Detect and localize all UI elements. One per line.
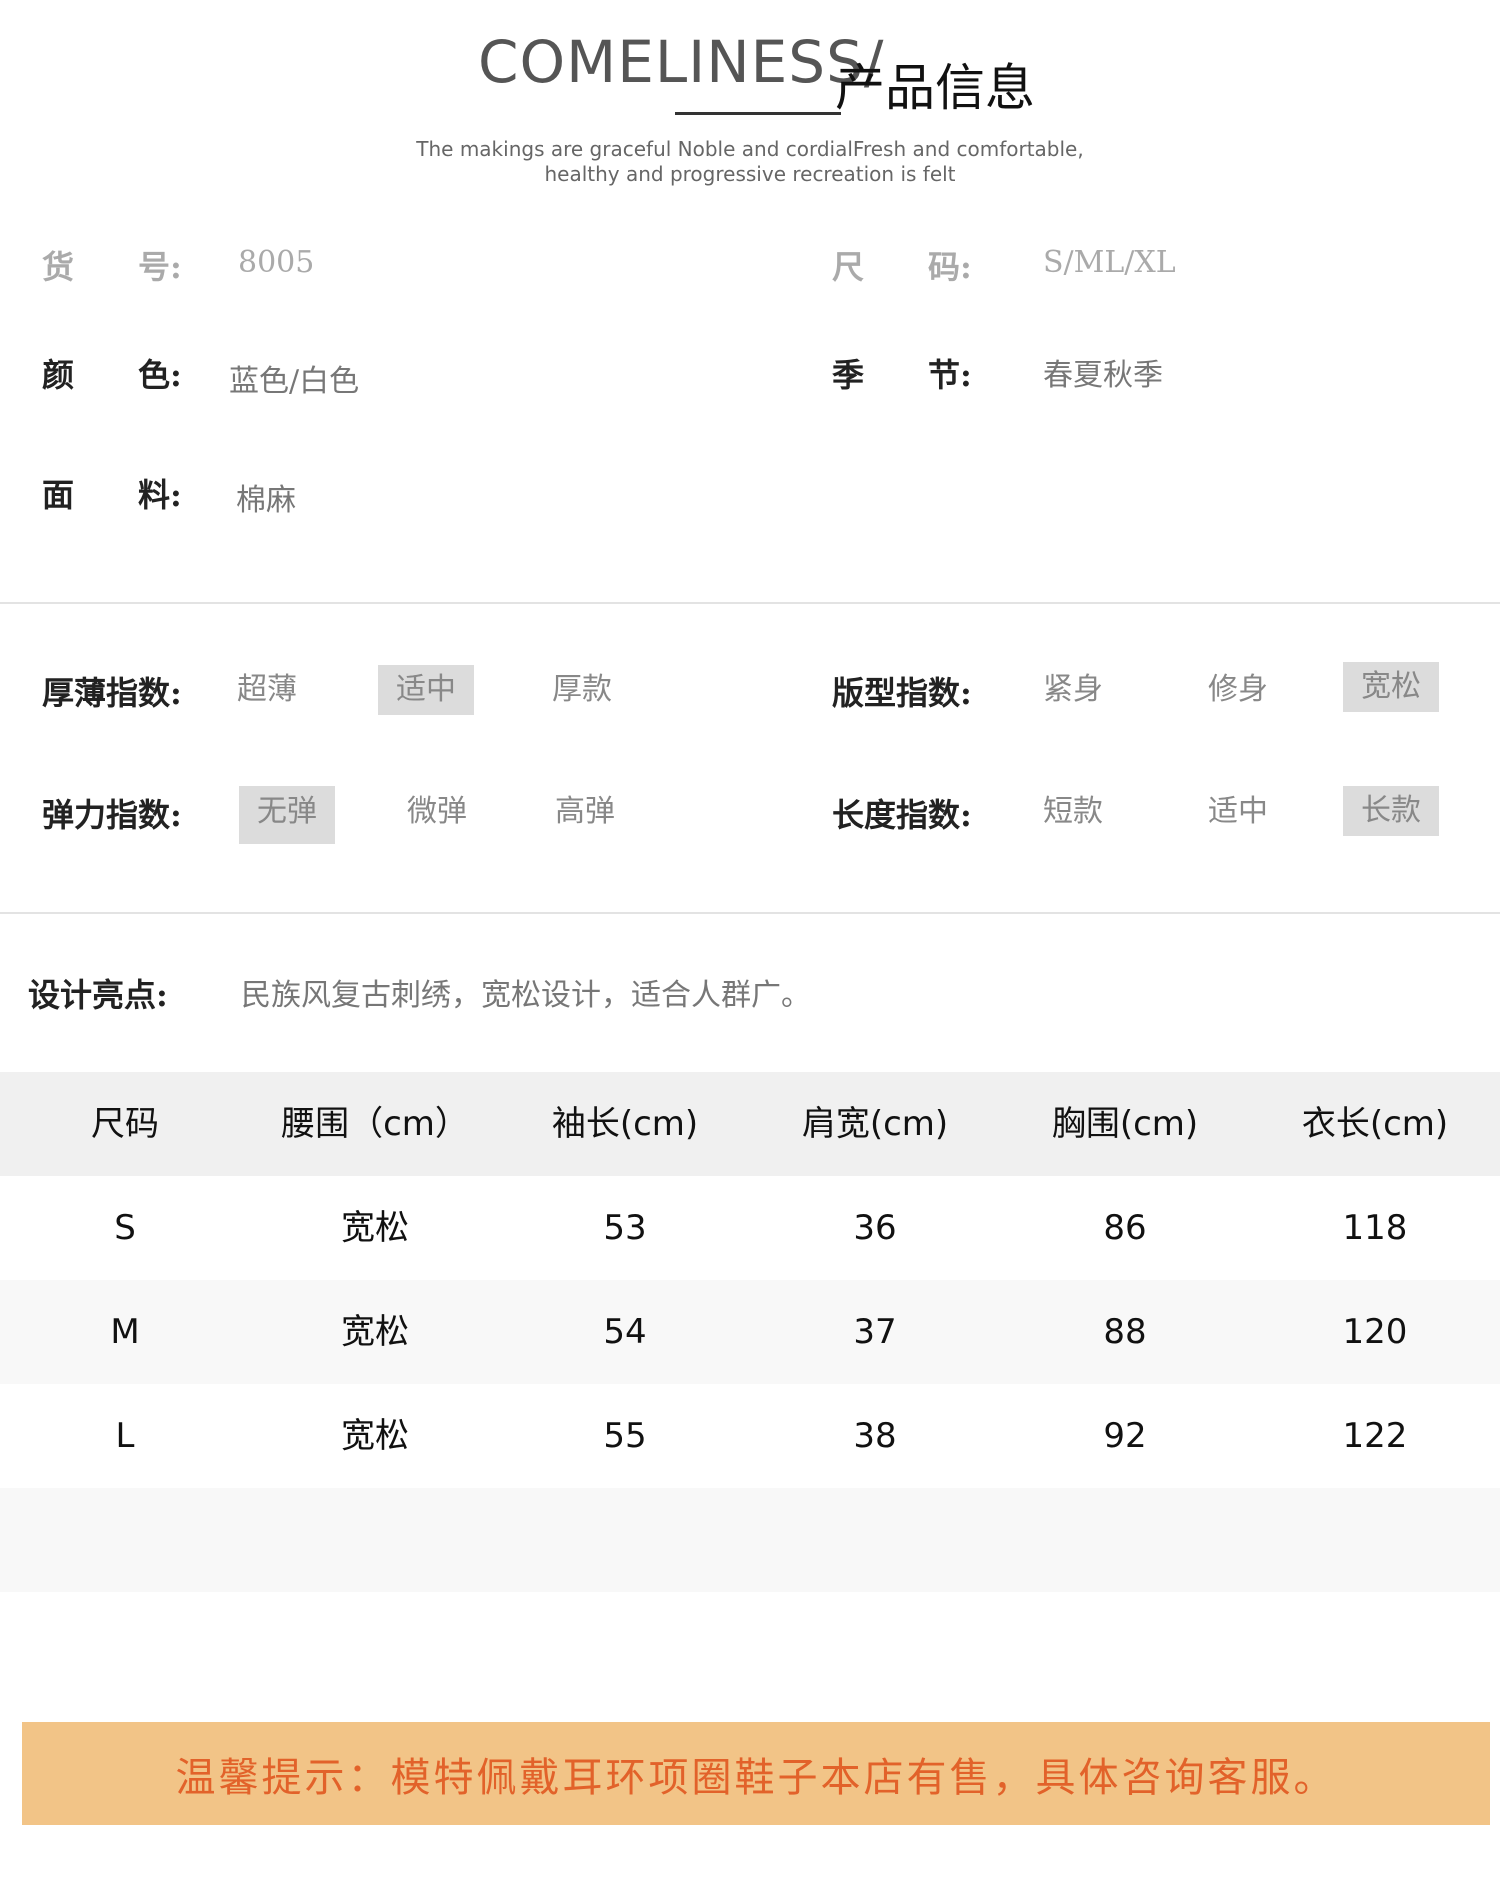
table-row: L 宽松 55 38 92 122 [0, 1384, 1500, 1488]
elasticity-option-slight: 微弹 [407, 794, 467, 829]
fabric-value: 棉麻 [236, 483, 296, 518]
fit-option-loose-selected: 宽松 [1343, 662, 1439, 712]
table-cell: 宽松 [341, 1416, 409, 1456]
thickness-option-thick: 厚款 [552, 672, 612, 707]
divider [0, 912, 1500, 914]
fabric-label: 面 料: [42, 476, 182, 514]
fit-index-label: 版型指数: [832, 674, 972, 712]
season-value: 春夏秋季 [1043, 358, 1163, 393]
table-cell: 92 [1103, 1416, 1147, 1456]
length-index-label: 长度指数: [832, 796, 972, 834]
thickness-index-label: 厚薄指数: [42, 674, 182, 712]
season-label: 季 节: [832, 356, 972, 394]
color-label: 颜 色: [42, 356, 182, 394]
table-header-cell: 肩宽(cm) [801, 1104, 949, 1144]
elasticity-option-high: 高弹 [555, 794, 615, 829]
design-highlight-label: 设计亮点: [28, 976, 168, 1014]
table-cell: 38 [853, 1416, 897, 1456]
size-value: S/ML/XL [1043, 245, 1176, 280]
table-header-cell: 胸围(cm) [1051, 1104, 1199, 1144]
table-header-cell: 衣长(cm) [1301, 1104, 1449, 1144]
item-no-label: 货 号: [42, 248, 182, 286]
design-highlight-value: 民族风复古刺绣，宽松设计，适合人群广。 [241, 978, 811, 1013]
color-value: 蓝色/白色 [229, 364, 360, 399]
tagline-line-2: healthy and progressive recreation is fe… [544, 162, 956, 186]
table-cell: 37 [853, 1312, 897, 1352]
section-title: 产品信息 [835, 59, 1035, 117]
title-underline [675, 112, 841, 115]
table-cell: 120 [1342, 1312, 1408, 1352]
table-cell: 宽松 [341, 1208, 409, 1248]
table-cell: 53 [603, 1208, 647, 1248]
thickness-option-medium-selected: 适中 [378, 665, 474, 715]
table-cell: 122 [1342, 1416, 1408, 1456]
elasticity-option-none-selected: 无弹 [239, 786, 335, 844]
table-row: M 宽松 54 37 88 120 [0, 1280, 1500, 1384]
notice-banner: 温馨提示：模特佩戴耳环项圈鞋子本店有售，具体咨询客服。 [22, 1722, 1490, 1825]
fit-option-slim: 修身 [1208, 672, 1268, 707]
table-cell: M [110, 1312, 140, 1352]
table-cell: 86 [1103, 1208, 1147, 1248]
table-cell: 54 [603, 1312, 647, 1352]
length-option-short: 短款 [1043, 794, 1103, 829]
table-cell: S [114, 1208, 136, 1248]
table-header-cell: 尺码 [91, 1104, 159, 1144]
divider [0, 602, 1500, 604]
table-row: S 宽松 53 36 86 118 [0, 1176, 1500, 1280]
length-option-long-selected: 长款 [1343, 786, 1439, 836]
table-cell: 55 [603, 1416, 647, 1456]
thickness-option-ultra-thin: 超薄 [237, 672, 297, 707]
table-cell: 88 [1103, 1312, 1147, 1352]
brand-title: COMELINESS/ [478, 28, 885, 96]
table-header-row: 尺码 腰围（cm） 袖长(cm) 肩宽(cm) 胸围(cm) 衣长(cm) [0, 1072, 1500, 1176]
table-cell: 宽松 [341, 1312, 409, 1352]
fit-option-tight: 紧身 [1043, 672, 1103, 707]
notice-text: 温馨提示：模特佩戴耳环项圈鞋子本店有售，具体咨询客服。 [175, 1754, 1337, 1801]
table-header-cell: 袖长(cm) [551, 1104, 699, 1144]
elasticity-index-label: 弹力指数: [42, 796, 182, 834]
table-cell: 36 [853, 1208, 897, 1248]
item-no-value: 8005 [238, 245, 315, 280]
table-empty-row [0, 1488, 1500, 1592]
length-option-medium: 适中 [1208, 794, 1268, 829]
table-header-cell: 腰围（cm） [281, 1104, 469, 1144]
table-cell: L [115, 1416, 135, 1456]
size-label: 尺 码: [832, 248, 972, 286]
size-table: 尺码 腰围（cm） 袖长(cm) 肩宽(cm) 胸围(cm) 衣长(cm) S … [0, 1072, 1500, 1592]
tagline-line-1: The makings are graceful Noble and cordi… [416, 137, 1084, 161]
table-cell: 118 [1342, 1208, 1408, 1248]
